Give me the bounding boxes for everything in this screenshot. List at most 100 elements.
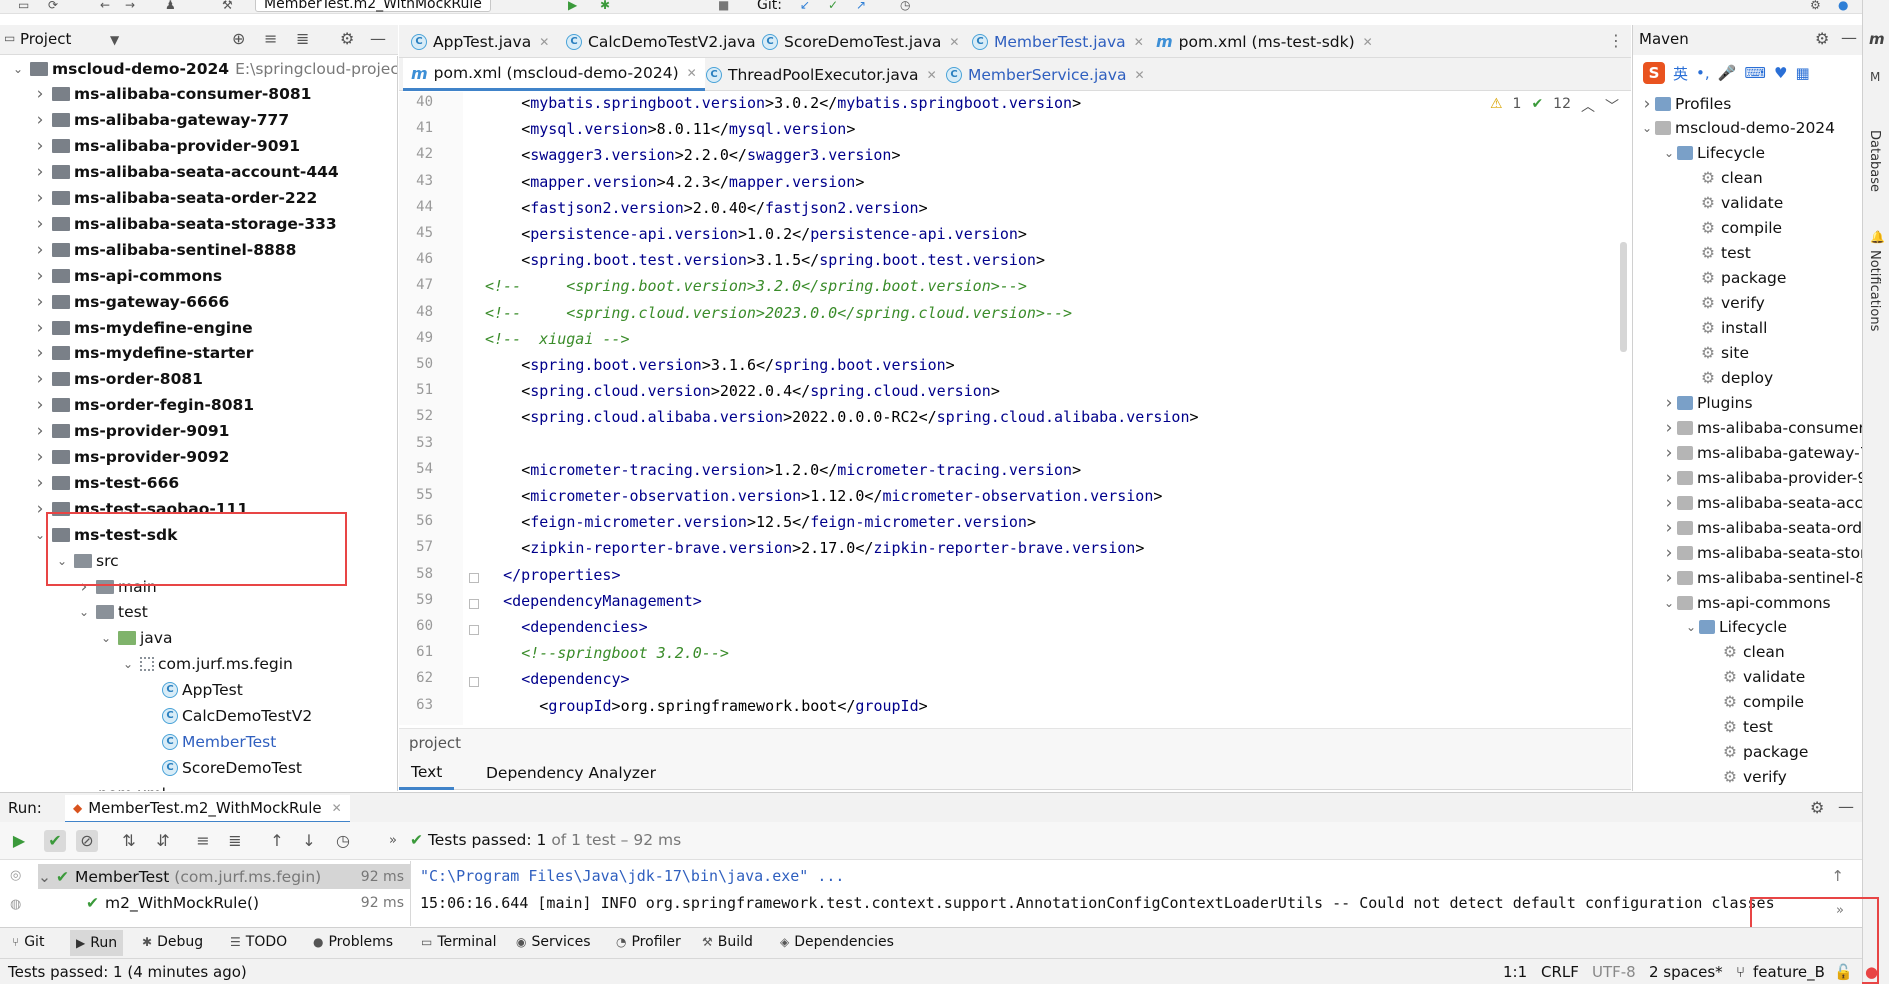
hide-panel-icon[interactable]: — xyxy=(370,29,386,48)
tree-item[interactable]: ⌄ mscloud-demo-2024 E:\springcloud-project… xyxy=(10,56,397,81)
maven-tree-item[interactable]: ⚙ compile xyxy=(1683,216,1782,241)
tool-window-services[interactable]: ◉ Services xyxy=(516,934,591,950)
chevron-right-icon[interactable]: › xyxy=(1661,568,1677,588)
tree-item[interactable]: C MemberTest xyxy=(142,729,276,754)
tree-item[interactable]: C CalcDemoTestV2 xyxy=(142,704,312,729)
maven-tree-item[interactable]: ⚙ package xyxy=(1705,740,1808,765)
maven-tree-item[interactable]: ⌄ Lifecycle xyxy=(1661,141,1765,166)
xml-view-tab[interactable]: Dependency Analyzer xyxy=(474,756,668,790)
history-icon[interactable]: ◷ xyxy=(900,0,910,12)
inspection-widget[interactable]: ⚠ 1 ✔ 12 ︿ ﹀ xyxy=(1490,96,1619,116)
hide-panel-icon[interactable]: — xyxy=(1841,28,1857,47)
maven-tree-item[interactable]: › ms-alibaba-seata-acco xyxy=(1661,490,1862,515)
chevron-right-icon[interactable]: › xyxy=(32,473,48,493)
tool-window-profiler[interactable]: ◔ Profiler xyxy=(616,934,681,950)
chevron-right-icon[interactable]: › xyxy=(32,162,48,182)
chevron-right-icon[interactable]: › xyxy=(32,136,48,156)
skin-icon[interactable]: ♥ xyxy=(1774,64,1787,82)
tree-item[interactable]: › ms-alibaba-provider-9091 xyxy=(32,134,300,159)
maven-tree-item[interactable]: ⚙ validate xyxy=(1683,191,1783,216)
tool-window-terminal[interactable]: ▭ Terminal xyxy=(421,934,497,950)
more-icon[interactable]: » xyxy=(382,830,404,852)
maven-tree-item[interactable]: ⌄ ms-api-commons xyxy=(1661,590,1831,615)
refresh-icon[interactable]: ⟳ xyxy=(48,0,58,12)
editor-tab[interactable]: C MemberTest.java ✕ xyxy=(964,25,1152,58)
tree-item[interactable]: › ms-alibaba-seata-storage-333 xyxy=(32,211,337,236)
maven-tree-item[interactable]: › ms-alibaba-provider-9 xyxy=(1661,465,1862,490)
ime-language-label[interactable]: 英 xyxy=(1673,63,1688,84)
chevron-right-icon[interactable]: › xyxy=(32,343,48,363)
chevron-right-icon[interactable]: › xyxy=(1661,393,1677,413)
sort-alpha-icon[interactable]: ⇅ xyxy=(118,830,140,852)
chevron-down-icon[interactable]: ⌄ xyxy=(120,657,136,671)
chevron-right-icon[interactable]: › xyxy=(32,214,48,234)
maven-tree-item[interactable]: › ms-alibaba-seata-stora xyxy=(1661,540,1862,565)
chevron-right-icon[interactable]: › xyxy=(32,266,48,286)
collapse-all-icon[interactable]: ≣ xyxy=(296,29,309,48)
chevron-right-icon[interactable]: › xyxy=(32,421,48,441)
expand-all-icon[interactable]: ≡ xyxy=(264,29,277,48)
chevron-down-icon[interactable]: ⌄ xyxy=(1661,596,1677,610)
xml-view-tab[interactable]: Text xyxy=(399,756,455,790)
hammer-icon[interactable]: ⚒ xyxy=(222,0,233,12)
maven-tree-item[interactable]: ⚙ verify xyxy=(1705,765,1787,790)
chevron-right-icon[interactable]: › xyxy=(32,240,48,260)
chevron-right-icon[interactable]: › xyxy=(1661,493,1677,513)
user-icon[interactable]: ♟ xyxy=(165,0,176,12)
maven-tree-item[interactable]: ⚙ test xyxy=(1705,715,1773,740)
bell-icon[interactable]: 🔔 xyxy=(1870,230,1885,244)
chevron-right-icon[interactable]: › xyxy=(32,110,48,130)
tree-item[interactable]: › ms-alibaba-seata-account-444 xyxy=(32,160,339,185)
maven-tree-item[interactable]: ⚙ clean xyxy=(1705,640,1785,665)
tree-item[interactable]: › ms-provider-9091 xyxy=(32,419,230,444)
tool-window-run[interactable]: ▶ Run xyxy=(70,930,124,956)
expand-all-icon[interactable]: ≡ xyxy=(192,830,214,852)
chevron-right-icon[interactable]: › xyxy=(1661,468,1677,488)
chevron-down-icon[interactable]: ⌄ xyxy=(10,62,26,76)
chevron-right-icon[interactable]: › xyxy=(32,369,48,389)
tree-item[interactable]: C ScoreDemoTest xyxy=(142,755,302,780)
tool-window-debug[interactable]: ✱ Debug xyxy=(142,934,203,950)
gear-icon[interactable]: ⚙ xyxy=(1815,29,1829,48)
tree-item[interactable]: › ms-order-fegin-8081 xyxy=(32,393,254,418)
tool-window-build[interactable]: ⚒ Build xyxy=(702,934,753,950)
indent-setting[interactable]: 2 spaces* xyxy=(1649,963,1723,981)
chevron-down-icon[interactable]: ▼ xyxy=(110,33,119,47)
chevron-right-icon[interactable]: › xyxy=(32,292,48,312)
chevron-down-icon[interactable]: ⌄ xyxy=(38,868,52,886)
close-icon[interactable]: ✕ xyxy=(1363,35,1373,49)
tool-window-git[interactable]: ⑂ Git xyxy=(12,934,44,950)
rerun-icon[interactable]: ▶ xyxy=(8,830,30,852)
maven-tree-item[interactable]: › ms-alibaba-gateway-7 xyxy=(1661,440,1862,465)
history-icon[interactable]: ◷ xyxy=(332,830,354,852)
chevron-right-icon[interactable]: › xyxy=(1661,443,1677,463)
tree-item[interactable]: m pom.xml xyxy=(54,781,166,791)
database-strip-label[interactable]: Database xyxy=(1867,130,1882,192)
lock-icon[interactable]: 🔓 xyxy=(1834,963,1853,981)
maven-tree-item[interactable]: ⚙ deploy xyxy=(1683,365,1773,390)
error-icon[interactable]: ● xyxy=(1865,963,1878,981)
maven-tree-item[interactable]: › Plugins xyxy=(1661,390,1753,415)
maven-tree-item[interactable]: ⚙ verify xyxy=(1683,291,1765,316)
pin-icon[interactable]: ◎ xyxy=(10,868,21,883)
chevron-down-icon[interactable]: ⌄ xyxy=(98,631,114,645)
gear-icon[interactable]: ⚙ xyxy=(1810,798,1824,817)
code-editor[interactable]: 40 41 42 43 44 45 46 47 48 49 50 51 52 53 54 55 56 57 58 59… xyxy=(399,92,1631,725)
close-icon[interactable]: ✕ xyxy=(1134,68,1144,82)
project-panel-title[interactable]: Project xyxy=(20,30,71,48)
run-config-selector[interactable]: MemberTest.m2_WithMockRule xyxy=(255,0,491,12)
tree-item[interactable]: ⌄ com.jurf.ms.fegin xyxy=(120,652,293,677)
save-icon[interactable]: ▭ xyxy=(18,0,29,12)
settings-icon[interactable]: ⚙ xyxy=(1810,0,1821,12)
tree-item[interactable]: C AppTest xyxy=(142,678,243,703)
show-passed-icon[interactable]: ✔ xyxy=(44,830,66,852)
editor-tab[interactable]: m pom.xml (mscloud-demo-2024) ✕ xyxy=(403,58,705,91)
tree-item[interactable]: › ms-gateway-6666 xyxy=(32,289,230,314)
camera-icon[interactable]: ◍ xyxy=(10,897,21,912)
editor-tab[interactable]: CCalcDemoTestV2.java✕ xyxy=(558,25,782,58)
maven-tree-item[interactable]: › Profiles xyxy=(1639,91,1732,116)
chevron-right-icon[interactable]: › xyxy=(32,318,48,338)
maven-tree-item[interactable]: ⚙ test xyxy=(1683,241,1751,266)
punctuation-icon[interactable]: •, xyxy=(1696,64,1710,82)
more-tabs-icon[interactable]: ⋮ xyxy=(1608,31,1624,50)
